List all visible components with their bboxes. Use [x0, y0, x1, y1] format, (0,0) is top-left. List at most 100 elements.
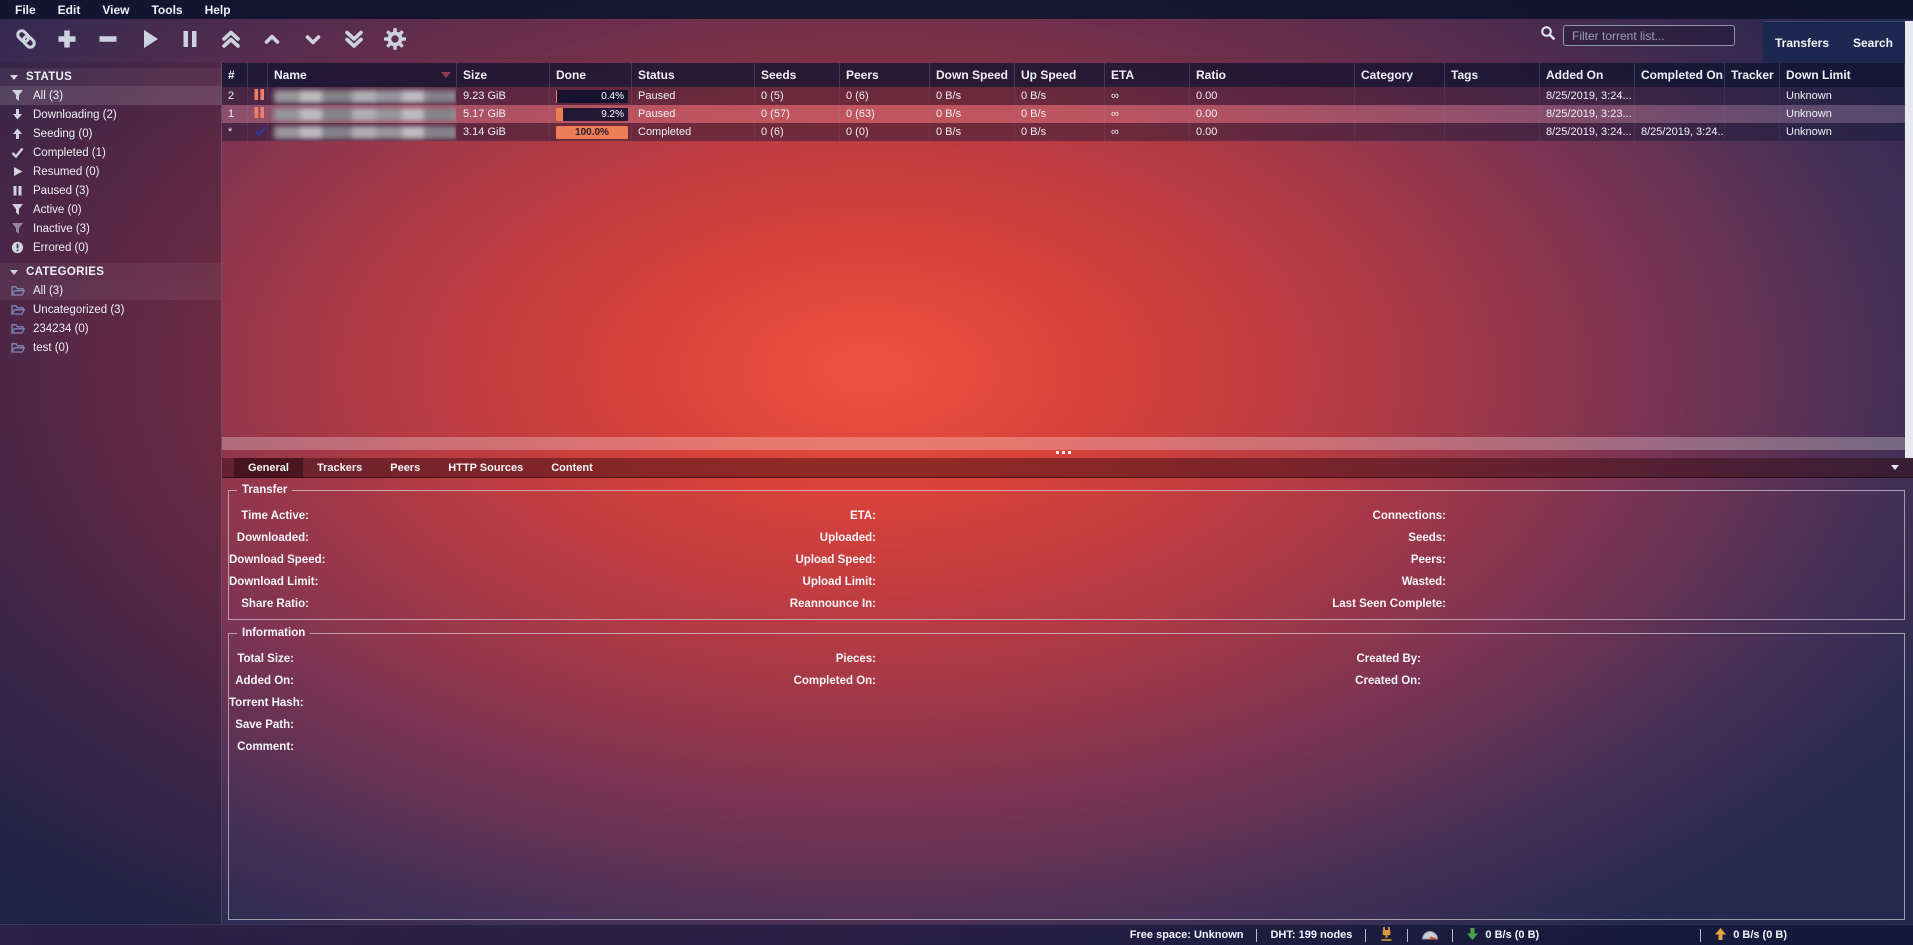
move-bottom-button[interactable] — [340, 27, 368, 55]
menu-file[interactable]: File — [4, 3, 47, 17]
resume-button[interactable] — [135, 27, 163, 55]
col-header-num[interactable]: # — [222, 63, 248, 87]
col-header-status[interactable]: Status — [632, 63, 755, 87]
col-header-category[interactable]: Category — [1355, 63, 1445, 87]
menu-tools[interactable]: Tools — [140, 3, 193, 17]
menu-view[interactable]: View — [91, 3, 140, 17]
transfer-legend: Transfer — [237, 484, 292, 496]
cell-seeds: 0 (57) — [755, 105, 840, 123]
menu-help[interactable]: Help — [194, 3, 242, 17]
cell-tracker — [1725, 105, 1780, 123]
col-header-tracker[interactable]: Tracker — [1725, 63, 1780, 87]
detail-label: Created By: — [876, 653, 1421, 665]
col-header-added-on[interactable]: Added On — [1540, 63, 1635, 87]
cell-peers: 0 (63) — [840, 105, 930, 123]
detail-label: Upload Speed: — [309, 554, 876, 566]
col-header-peers[interactable]: Peers — [840, 63, 930, 87]
sidebar-item-errored[interactable]: Errored (0) — [0, 238, 221, 257]
sidebar-item-active[interactable]: Active (0) — [0, 200, 221, 219]
torrent-row[interactable]: 1 5.17 GiB 9.2% Paused 0 (57) 0 (63) 0 B… — [222, 105, 1905, 123]
col-header-done[interactable]: Done — [550, 63, 632, 87]
sidebar-item-all[interactable]: All (3) — [0, 86, 221, 105]
global-upload-speed[interactable]: 0 B/s (0 B) — [1714, 927, 1787, 944]
col-header-ratio[interactable]: Ratio — [1190, 63, 1355, 87]
add-torrent-button[interactable] — [53, 27, 81, 55]
col-header-name[interactable]: Name — [268, 63, 457, 87]
download-arrow-icon — [1466, 927, 1479, 944]
cell-eta: ∞ — [1105, 123, 1190, 141]
detail-label: ETA: — [309, 510, 876, 522]
col-header-down-speed[interactable]: Down Speed — [930, 63, 1015, 87]
alt-speed-gauge-icon[interactable] — [1421, 927, 1439, 944]
tab-content[interactable]: Content — [537, 458, 607, 477]
cell-seeds: 0 (5) — [755, 87, 840, 105]
move-top-button[interactable] — [217, 27, 245, 55]
sidebar-item-seeding[interactable]: Seeding (0) — [0, 124, 221, 143]
menubar: File Edit View Tools Help — [0, 0, 1913, 19]
cell-done: 100.0% — [550, 123, 632, 141]
detail-label: Downloaded: — [229, 532, 309, 544]
pause-button[interactable] — [176, 27, 204, 55]
torrent-row[interactable]: 2 9.23 GiB 0.4% Paused 0 (5) 0 (6) 0 B/s… — [222, 87, 1905, 105]
status-header-label: STATUS — [26, 71, 72, 83]
detail-tabs: General Trackers Peers HTTP Sources Cont… — [222, 458, 1913, 478]
category-item-234234[interactable]: 234234 (0) — [0, 319, 221, 338]
tab-trackers[interactable]: Trackers — [303, 458, 376, 477]
vertical-scrollbar[interactable] — [1905, 21, 1913, 458]
cell-num: 1 — [222, 105, 248, 123]
cell-down-limit: Unknown — [1780, 105, 1905, 123]
tab-transfers[interactable]: Transfers — [1775, 36, 1829, 50]
category-item-uncategorized[interactable]: Uncategorized (3) — [0, 300, 221, 319]
sidebar-item-completed[interactable]: Completed (1) — [0, 143, 221, 162]
col-header-down-limit[interactable]: Down Limit — [1780, 63, 1905, 87]
torrent-row[interactable]: * 3.14 GiB 100.0% Completed 0 (6) 0 (0) … — [222, 123, 1905, 141]
cell-completed-on — [1635, 105, 1725, 123]
tab-general[interactable]: General — [234, 458, 303, 477]
cell-down-speed: 0 B/s — [930, 123, 1015, 141]
col-header-seeds[interactable]: Seeds — [755, 63, 840, 87]
tab-overflow-caret-icon[interactable] — [1891, 465, 1899, 470]
sidebar-item-inactive[interactable]: Inactive (3) — [0, 219, 221, 238]
sidebar-item-label: Errored (0) — [33, 242, 89, 254]
add-torrent-link-button[interactable] — [12, 27, 40, 55]
col-header-completed-on[interactable]: Completed On — [1635, 63, 1725, 87]
col-header-up-speed[interactable]: Up Speed — [1015, 63, 1105, 87]
global-download-speed[interactable]: 0 B/s (0 B) — [1466, 927, 1539, 944]
sidebar-item-resumed[interactable]: Resumed (0) — [0, 162, 221, 181]
collapse-caret-icon — [10, 270, 18, 275]
tab-http-sources[interactable]: HTTP Sources — [434, 458, 537, 477]
menu-edit[interactable]: Edit — [47, 3, 92, 17]
category-item-all[interactable]: All (3) — [0, 281, 221, 300]
detail-label: Save Path: — [229, 719, 294, 731]
filter-torrent-input[interactable] — [1563, 25, 1735, 46]
cell-name — [268, 105, 457, 123]
move-up-button[interactable] — [258, 27, 286, 55]
panel-splitter-handle[interactable] — [1056, 451, 1071, 454]
options-button[interactable] — [381, 27, 409, 55]
cell-tracker — [1725, 123, 1780, 141]
col-header-tags[interactable]: Tags — [1445, 63, 1540, 87]
progress-bar: 0.4% — [556, 90, 628, 103]
table-header-row: # Name Size Done Status Seeds Peers Down… — [222, 63, 1905, 87]
cell-tags — [1445, 105, 1540, 123]
detail-label: Time Active: — [229, 510, 309, 522]
categories-section-header[interactable]: CATEGORIES — [0, 263, 221, 281]
tab-search[interactable]: Search — [1853, 36, 1893, 50]
sidebar-item-label: Completed (1) — [33, 147, 106, 159]
tab-peers[interactable]: Peers — [376, 458, 434, 477]
sidebar-item-paused[interactable]: Paused (3) — [0, 181, 221, 200]
cell-completed-on: 8/25/2019, 3:24... — [1635, 123, 1725, 141]
col-header-eta[interactable]: ETA — [1105, 63, 1190, 87]
cell-name — [268, 123, 457, 141]
horizontal-scrollbar[interactable] — [222, 437, 1905, 450]
status-section-header[interactable]: STATUS — [0, 68, 221, 86]
cell-ratio: 0.00 — [1190, 105, 1355, 123]
delete-torrent-button[interactable] — [94, 27, 122, 55]
col-header-size[interactable]: Size — [457, 63, 550, 87]
move-down-button[interactable] — [299, 27, 327, 55]
col-header-state[interactable] — [248, 63, 268, 87]
sidebar-item-label: Inactive (3) — [33, 223, 90, 235]
category-item-test[interactable]: test (0) — [0, 338, 221, 357]
detail-label: Uploaded: — [309, 532, 876, 544]
sidebar-item-downloading[interactable]: Downloading (2) — [0, 105, 221, 124]
